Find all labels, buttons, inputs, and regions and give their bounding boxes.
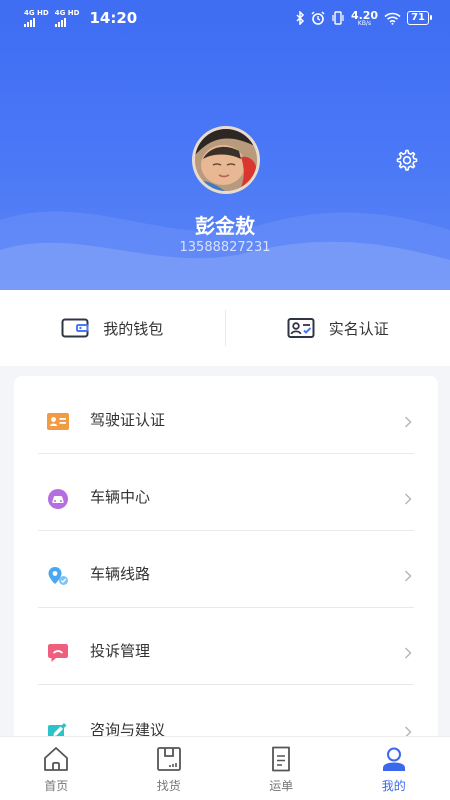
network-speed-unit: KB/s [357, 19, 372, 27]
menu-item-vehicle-route[interactable]: 车辆线路 [14, 536, 438, 613]
menu-item-complaint[interactable]: 投诉管理 [14, 613, 438, 690]
home-icon [44, 747, 69, 771]
wifi-icon [384, 12, 401, 25]
real-name-auth-button[interactable]: 实名认证 [226, 290, 450, 366]
id-card-icon [287, 318, 315, 338]
tab-label: 首页 [44, 779, 69, 793]
menu-divider [38, 684, 414, 685]
profile-header: 4G HD 4G HD 14:20 4.20 KB/s 71 彭金敖 13588… [0, 0, 450, 290]
vibrate-icon [332, 11, 344, 25]
menu-divider [38, 453, 414, 454]
tab-label: 我的 [381, 779, 406, 793]
quick-actions-bar: 我的钱包 实名认证 [0, 290, 450, 366]
tab-home[interactable]: 首页 [0, 737, 113, 800]
network-speed-value: 4.20 [350, 8, 379, 22]
user-phone: 13588827231 [179, 240, 271, 255]
menu-divider [38, 530, 414, 531]
tab-label: 运单 [269, 779, 294, 793]
route-icon [48, 567, 68, 585]
status-bar: 4G HD 4G HD 14:20 4.20 KB/s 71 [0, 0, 450, 36]
profile-icon [382, 747, 405, 771]
user-name: 彭金敖 [195, 214, 255, 238]
network-speed: 4.20 KB/s [351, 10, 378, 27]
menu-label: 车辆线路 [90, 565, 151, 583]
wallet-icon [61, 318, 89, 338]
car-icon [48, 489, 68, 509]
complaint-icon [48, 644, 68, 662]
chevron-right-icon [404, 416, 412, 428]
settings-icon[interactable] [394, 148, 418, 172]
chevron-right-icon [404, 493, 412, 505]
battery-indicator: 71 [407, 11, 432, 25]
bottom-tab-bar: 首页 找货 运单 我的 [0, 736, 450, 800]
alarm-icon [311, 11, 325, 25]
wallet-button[interactable]: 我的钱包 [0, 290, 225, 366]
tab-label: 找货 [156, 779, 181, 793]
cargo-icon [156, 747, 181, 771]
menu-divider [38, 607, 414, 608]
menu-card: 驾驶证认证 车辆中心 车辆线路 投诉管理 咨询与建议 [14, 376, 438, 756]
menu-label: 投诉管理 [90, 642, 151, 660]
tab-waybill[interactable]: 运单 [225, 737, 338, 800]
bluetooth-icon [296, 11, 304, 25]
signal-icon: 4G HD [24, 8, 49, 27]
waybill-icon [272, 746, 291, 772]
signal-icon: 4G HD [54, 8, 80, 27]
chevron-right-icon [404, 647, 412, 659]
status-time: 14:20 [89, 9, 138, 27]
menu-label: 驾驶证认证 [90, 411, 166, 429]
menu-item-driver-license[interactable]: 驾驶证认证 [14, 382, 438, 459]
driver-license-icon [47, 413, 69, 430]
network-label: 4G HD [24, 8, 49, 17]
network-label: 4G HD [54, 8, 80, 17]
real-name-auth-label: 实名认证 [328, 319, 389, 338]
menu-label: 车辆中心 [90, 488, 151, 506]
wallet-label: 我的钱包 [103, 319, 164, 338]
avatar-photo [195, 129, 257, 191]
avatar[interactable] [192, 126, 260, 194]
chevron-right-icon [404, 570, 412, 582]
tab-find-cargo[interactable]: 找货 [113, 737, 226, 800]
menu-item-vehicle-center[interactable]: 车辆中心 [14, 459, 438, 536]
tab-mine[interactable]: 我的 [338, 737, 450, 800]
